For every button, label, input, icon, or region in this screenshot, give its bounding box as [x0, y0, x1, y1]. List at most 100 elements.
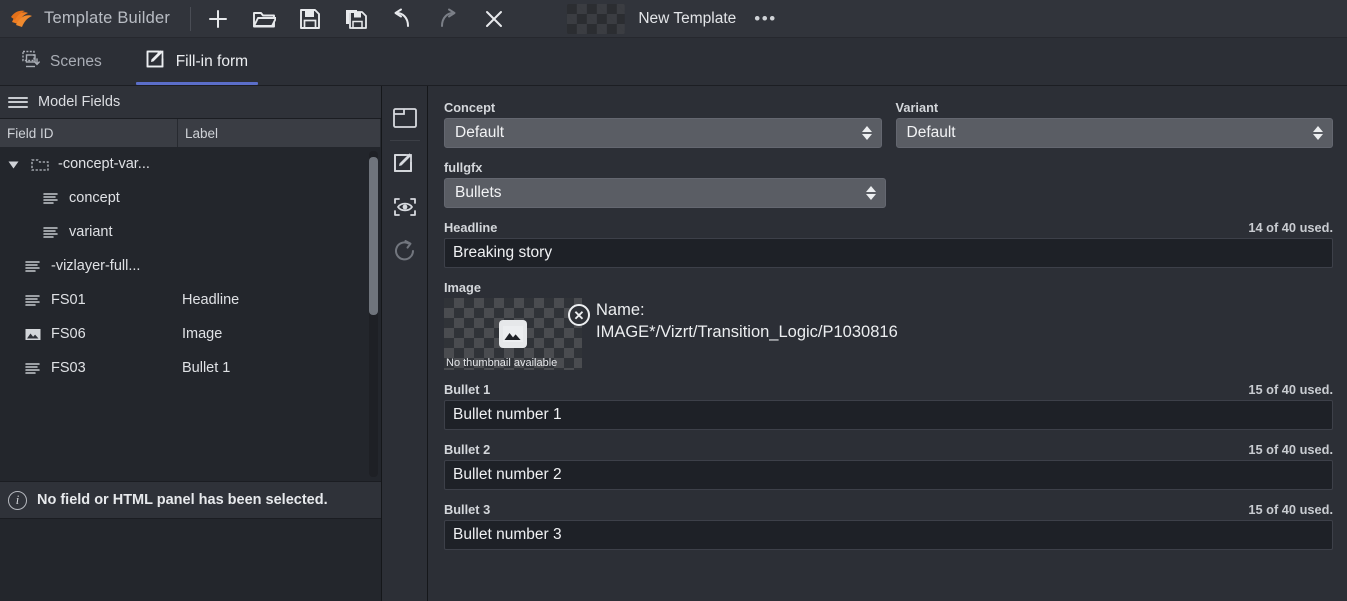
- bullet-2-field-group: Bullet 2 15 of 40 used. Bullet number 2: [444, 442, 1333, 490]
- bullet-3-char-counter: 15 of 40 used.: [1248, 502, 1333, 517]
- chevron-down-icon[interactable]: [4, 158, 22, 171]
- bullet-2-char-counter: 15 of 40 used.: [1248, 442, 1333, 457]
- remove-image-button[interactable]: ✕: [568, 304, 590, 326]
- bullet-3-field-group: Bullet 3 15 of 40 used. Bullet number 3: [444, 502, 1333, 550]
- refresh-icon[interactable]: [385, 229, 425, 273]
- save-as-button[interactable]: [343, 6, 369, 32]
- concept-field-group: Concept Default: [444, 100, 882, 148]
- column-header-label[interactable]: Label: [178, 119, 381, 147]
- headline-label: Headline: [444, 220, 498, 235]
- document-thumbnail: [566, 3, 625, 34]
- form-tools-rail: [382, 86, 428, 601]
- text-field-icon: [40, 191, 62, 206]
- tree-field-id: -concept-var...: [58, 156, 150, 172]
- image-thumbnail-caption: No thumbnail available: [446, 357, 558, 369]
- main-body: Model Fields Field ID Label -concept-var…: [0, 86, 1347, 601]
- bullet-2-input[interactable]: Bullet number 2: [444, 460, 1333, 490]
- file-toolbar: [205, 6, 507, 32]
- table-row[interactable]: FS06 Image: [0, 317, 381, 351]
- fullgfx-value: Bullets: [455, 184, 502, 201]
- info-icon: i: [8, 490, 27, 510]
- tab-fill-in-form[interactable]: Fill-in form: [124, 38, 270, 85]
- window-folder-icon[interactable]: [385, 96, 425, 140]
- fullgfx-field-group: fullgfx Bullets: [444, 160, 886, 208]
- image-name-label: Name:: [596, 301, 645, 319]
- column-header-field-id[interactable]: Field ID: [0, 119, 178, 147]
- selection-info-text: No field or HTML panel has been selected…: [37, 492, 328, 508]
- image-name-block: Name: IMAGE*/Vizrt/Transition_Logic/P103…: [596, 298, 898, 344]
- bullet-1-field-group: Bullet 1 15 of 40 used. Bullet number 1: [444, 382, 1333, 430]
- bullet-1-label: Bullet 1: [444, 382, 491, 397]
- left-panel-empty-area: [0, 519, 381, 601]
- table-row[interactable]: FS01 Headline: [0, 283, 381, 317]
- active-tab-indicator: [135, 82, 259, 85]
- concept-label: Concept: [444, 100, 496, 115]
- variant-field-group: Variant Default: [895, 100, 1333, 148]
- tree-field-id: FS03: [51, 360, 86, 376]
- image-thumbnail[interactable]: No thumbnail available ✕: [444, 298, 590, 370]
- table-row[interactable]: concept: [0, 181, 381, 215]
- model-fields-title: Model Fields: [38, 94, 121, 110]
- tab-scenes[interactable]: Scenes: [0, 38, 124, 85]
- bullet-2-label: Bullet 2: [444, 442, 491, 457]
- hamburger-icon[interactable]: [8, 96, 28, 108]
- close-button[interactable]: [481, 6, 507, 32]
- redo-button[interactable]: [435, 6, 461, 32]
- bullet-1-value: Bullet number 1: [453, 406, 562, 423]
- text-field-icon: [22, 293, 44, 308]
- text-field-icon: [22, 361, 44, 376]
- fullgfx-select[interactable]: Bullets: [444, 178, 886, 208]
- bullet-3-value: Bullet number 3: [453, 526, 562, 543]
- bullet-1-input[interactable]: Bullet number 1: [444, 400, 1333, 430]
- table-row[interactable]: variant: [0, 215, 381, 249]
- variant-value: Default: [906, 124, 956, 141]
- tree-field-label: Image: [182, 326, 223, 342]
- concept-select[interactable]: Default: [444, 118, 882, 148]
- table-row[interactable]: -concept-var...: [0, 147, 381, 181]
- tree-field-id: -vizlayer-full...: [51, 258, 141, 274]
- tree-column-headers: Field ID Label: [0, 119, 381, 147]
- image-field-icon: [22, 327, 44, 342]
- document-title: New Template: [638, 9, 737, 27]
- save-button[interactable]: [297, 6, 323, 32]
- chevron-updown-icon: [861, 126, 872, 140]
- tree-field-label: Bullet 1: [182, 360, 231, 376]
- fullgfx-label: fullgfx: [444, 160, 483, 175]
- toolbar-divider: [190, 6, 192, 31]
- document-indicator: New Template •••: [566, 3, 780, 34]
- variant-select[interactable]: Default: [895, 118, 1333, 148]
- preview-eye-icon[interactable]: [385, 185, 425, 229]
- title-bar: Template Builder New Template •••: [0, 0, 1347, 38]
- headline-value: Breaking story: [453, 244, 553, 261]
- tab-bar: Scenes Fill-in form: [0, 38, 1347, 86]
- tab-scenes-label: Scenes: [50, 52, 102, 70]
- table-row[interactable]: -vizlayer-full...: [0, 249, 381, 283]
- model-fields-tree: -concept-var... concept variant -vizlaye…: [0, 147, 381, 481]
- folder-dashed-icon: [29, 157, 51, 172]
- overflow-menu-button[interactable]: •••: [750, 9, 780, 29]
- variant-label: Variant: [895, 100, 939, 115]
- text-field-icon: [22, 259, 44, 274]
- tab-fill-in-form-label: Fill-in form: [175, 52, 249, 70]
- headline-input[interactable]: Breaking story: [444, 238, 1333, 268]
- tree-field-id: concept: [69, 190, 120, 206]
- tree-scrollbar[interactable]: [369, 151, 378, 477]
- tree-field-id: variant: [69, 224, 113, 240]
- template-builder-window: Template Builder New Template ••• Scenes…: [0, 0, 1347, 601]
- open-button[interactable]: [251, 6, 277, 32]
- image-label: Image: [444, 280, 481, 295]
- undo-button[interactable]: [389, 6, 415, 32]
- chevron-updown-icon: [866, 186, 876, 200]
- headline-char-counter: 14 of 40 used.: [1248, 220, 1333, 235]
- bullet-3-input[interactable]: Bullet number 3: [444, 520, 1333, 550]
- bullet-3-label: Bullet 3: [444, 502, 491, 517]
- app-title: Template Builder: [44, 9, 171, 27]
- image-name-value: IMAGE*/Vizrt/Transition_Logic/P1030816: [596, 322, 898, 341]
- table-row[interactable]: FS03 Bullet 1: [0, 351, 381, 385]
- tree-scrollbar-thumb[interactable]: [369, 157, 378, 315]
- edit-pencil-icon[interactable]: [385, 141, 425, 185]
- image-placeholder-icon: [499, 320, 527, 348]
- scenes-icon: [22, 50, 41, 74]
- new-button[interactable]: [205, 6, 231, 32]
- tree-field-id: FS01: [51, 292, 86, 308]
